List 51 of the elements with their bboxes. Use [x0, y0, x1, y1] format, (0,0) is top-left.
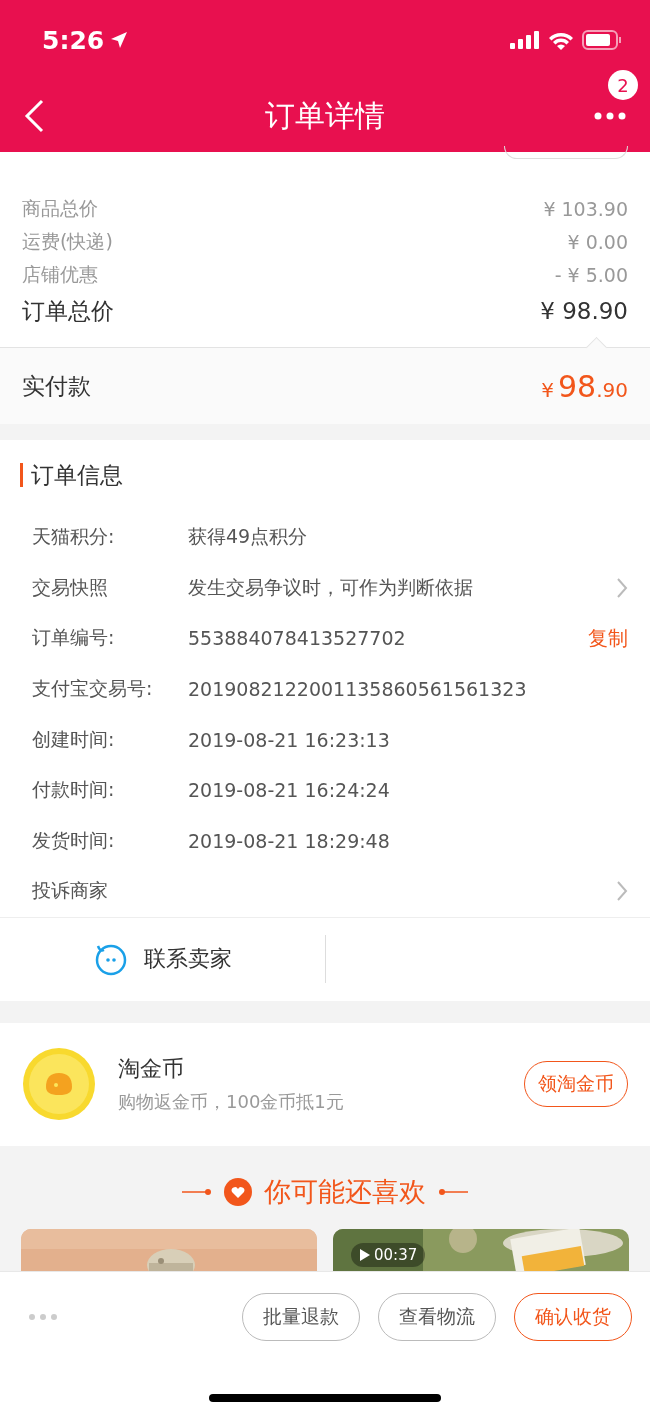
notification-badge: 2: [608, 70, 638, 100]
price-label: 店铺优惠: [22, 261, 98, 287]
info-value: 2019-08-21 16:23:13: [188, 728, 391, 751]
info-label: 创建时间:: [32, 726, 116, 752]
contact-seller-button[interactable]: 联系卖家: [0, 935, 326, 984]
price-label: 商品总价: [22, 195, 98, 221]
more-icon[interactable]: [594, 112, 626, 120]
info-value: 获得49点积分: [188, 524, 309, 550]
price-label: 订单总价: [22, 296, 114, 326]
section-title: 订单信息: [31, 460, 123, 490]
chat-face-icon: [93, 942, 128, 977]
info-label: 天猫积分:: [32, 524, 116, 550]
info-value: 2019082122001135860561561323: [188, 678, 528, 701]
coin-title: 淘金币: [118, 1055, 185, 1084]
info-value: 553884078413527702: [188, 627, 407, 650]
battery-icon: [582, 30, 622, 50]
status-time: 5:26: [42, 25, 105, 55]
info-value: 2019-08-21 18:29:48: [188, 829, 391, 852]
price-label: 运费(快递): [22, 228, 113, 254]
price-value: ¥ 103.90: [543, 197, 628, 220]
info-label: 付款时间:: [32, 777, 116, 803]
copy-button[interactable]: 复制: [588, 625, 628, 652]
coin-subtitle: 购物返金币，100金币抵1元: [118, 1090, 345, 1115]
signal-icon: [510, 31, 540, 49]
chevron-right-icon: [616, 880, 628, 903]
action-button[interactable]: 批量退款: [242, 1292, 360, 1341]
action-button[interactable]: 查看物流: [378, 1292, 496, 1341]
price-value: ¥ 0.00: [567, 230, 628, 253]
paid-label: 实付款: [22, 371, 91, 401]
recommend-title: 你可能还喜欢: [264, 1174, 426, 1209]
page-title: 订单详情: [265, 97, 385, 133]
arrow-dot-icon: [182, 1187, 212, 1196]
video-duration: 00:37: [351, 1242, 426, 1267]
price-value: ¥ 98.90: [540, 298, 628, 324]
wifi-icon: [548, 30, 574, 50]
info-value: 发生交易争议时，可作为判断依据: [188, 574, 474, 600]
price-value: - ¥ 5.00: [554, 263, 628, 286]
chevron-right-icon: [616, 576, 628, 599]
info-label: 订单编号:: [32, 625, 116, 651]
get-coins-button[interactable]: 领淘金币: [524, 1061, 628, 1108]
info-label: 交易快照: [32, 574, 109, 600]
play-icon: [359, 1247, 371, 1262]
coin-icon: [22, 1047, 96, 1122]
back-icon[interactable]: [24, 99, 44, 133]
info-label: 支付宝交易号:: [32, 676, 154, 702]
info-value: 2019-08-21 16:24:24: [188, 779, 391, 802]
location-arrow-icon: [110, 31, 129, 49]
info-label: 投诉商家: [32, 878, 109, 904]
paid-amount: ¥98.90: [541, 368, 628, 404]
arrow-dot-icon: [438, 1187, 468, 1196]
info-label: 发货时间:: [32, 827, 116, 853]
